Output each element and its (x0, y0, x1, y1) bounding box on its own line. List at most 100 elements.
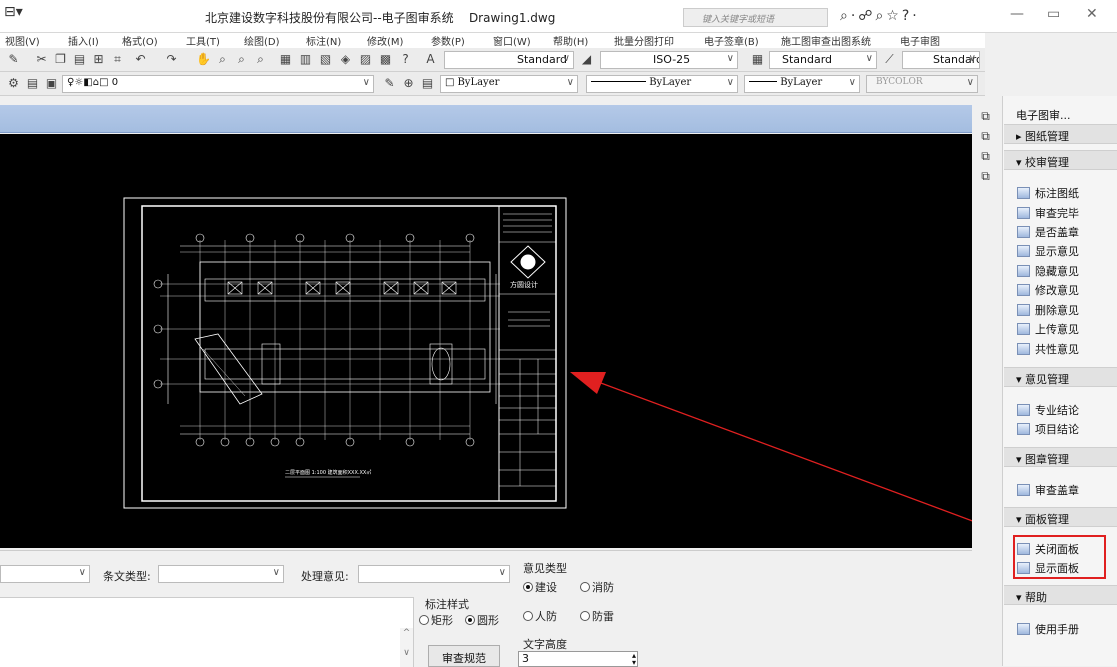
paste-icon[interactable]: ▤ (72, 52, 87, 67)
review-form: ∨ 条文类型: ∨ 处理意见: ∨ 意见类型 建设 消防 人防 防雷 ^ ∨ 标注… (0, 550, 972, 667)
table-style-select[interactable]: Standard ∨ (769, 51, 877, 69)
dim-style-select[interactable]: ISO-25 ∨ (600, 51, 738, 69)
layer-state-icon[interactable]: ▤ (25, 76, 40, 91)
viewport-icon[interactable]: ⧉ (978, 109, 993, 124)
menu-parameter[interactable]: 参数(P) (431, 33, 465, 48)
mark-style-label: 标注样式 (425, 598, 469, 611)
item-mark-drawing[interactable]: 标注图纸 (1017, 185, 1079, 201)
cut-icon[interactable]: ✂ (34, 52, 49, 67)
radio-rectangle[interactable]: 矩形 (419, 612, 453, 628)
handling-select[interactable]: ∨ (358, 565, 510, 583)
section-drawing-management[interactable]: ▸ 图纸管理 (1004, 124, 1117, 144)
section-panel-management[interactable]: ▾ 面板管理 (1004, 507, 1117, 527)
viewport-3-icon[interactable]: ⧉ (978, 149, 993, 164)
item-delete-opinion[interactable]: 删除意见 (1017, 302, 1079, 318)
brush-icon[interactable]: ⌗ (110, 52, 125, 67)
viewport-4-icon[interactable]: ⧉ (978, 169, 993, 184)
app-menu-button[interactable]: ⊟▾ (4, 4, 38, 26)
radio-lightning[interactable]: 防雷 (580, 608, 614, 624)
item-is-stamped[interactable]: 是否盖章 (1017, 224, 1079, 240)
markup-icon[interactable]: ▨ (358, 52, 373, 67)
undo-icon[interactable]: ↶ (133, 52, 148, 67)
menu-tools[interactable]: 工具(T) (186, 33, 220, 48)
menu-view[interactable]: 视图(V) (5, 33, 40, 48)
menu-help[interactable]: 帮助(H) (553, 33, 588, 48)
pan-icon[interactable]: ✋ (196, 52, 211, 67)
vertical-toolbar: ⧉ ⧉ ⧉ ⧉ (975, 105, 997, 185)
menu-window[interactable]: 窗口(W) (493, 33, 531, 48)
text-style-icon[interactable]: A (423, 52, 438, 67)
plot-style-select[interactable]: BYCOLOR ∨ (866, 75, 978, 93)
item-user-manual[interactable]: 使用手册 (1017, 621, 1079, 637)
radio-construction[interactable]: 建设 (523, 579, 557, 595)
multileader-style-select[interactable]: Standard ∨ (902, 51, 980, 69)
match-properties-icon[interactable]: ⊞ (91, 52, 106, 67)
comment-scrollbar[interactable]: ^ ∨ (400, 628, 413, 667)
layer-isolate-icon[interactable]: ▤ (420, 76, 435, 91)
section-stamp-management[interactable]: ▾ 图章管理 (1004, 447, 1117, 467)
menu-review-output[interactable]: 施工图审查出图系统 (781, 33, 871, 48)
zoom-previous-icon[interactable]: ⌕ (253, 52, 268, 67)
menu-dimension[interactable]: 标注(N) (306, 33, 341, 48)
multileader-style-icon[interactable]: ⟋ (882, 52, 897, 67)
item-upload-opinion[interactable]: 上传意见 (1017, 321, 1079, 337)
redo-icon[interactable]: ↷ (164, 52, 179, 67)
drawing-canvas[interactable]: 方圆设计 二层平面图 1:100 建筑面积XXX.XX㎡ (0, 134, 1014, 548)
item-review-done[interactable]: 审查完毕 (1017, 205, 1079, 221)
color-select[interactable]: □ ByLayer ∨ (440, 75, 578, 93)
tool-palettes-icon[interactable]: ▧ (318, 52, 333, 67)
item-modify-opinion[interactable]: 修改意见 (1017, 282, 1079, 298)
edit-icon[interactable]: ✎ (6, 52, 21, 67)
minimize-button[interactable]: — (1010, 6, 1024, 22)
item-hide-opinion[interactable]: 隐藏意见 (1017, 263, 1079, 279)
dim-style-icon[interactable]: ◢ (579, 52, 594, 67)
layer-manager-icon[interactable]: ▣ (44, 76, 59, 91)
item-professional-conclusion[interactable]: 专业结论 (1017, 402, 1079, 418)
section-review-management[interactable]: ▾ 校审管理 (1004, 150, 1117, 170)
copy-icon[interactable]: ❐ (53, 52, 68, 67)
calculator-icon[interactable]: ▩ (378, 52, 393, 67)
menu-e-signature[interactable]: 电子签章(B) (704, 33, 759, 48)
review-standard-button[interactable]: 审查规范 (428, 645, 500, 667)
item-show-opinion[interactable]: 显示意见 (1017, 243, 1079, 259)
viewport-2-icon[interactable]: ⧉ (978, 129, 993, 144)
properties-icon[interactable]: ▦ (278, 52, 293, 67)
layer-properties-icon[interactable]: ⚙ (6, 76, 21, 91)
infocenter-icons[interactable]: ⌕·☍⌕☆?· (840, 8, 920, 24)
menu-format[interactable]: 格式(O) (122, 33, 158, 48)
help-icon[interactable]: ? (398, 52, 413, 67)
section-help[interactable]: ▾ 帮助 (1004, 585, 1117, 605)
radio-civil-defense[interactable]: 人防 (523, 608, 557, 624)
item-review-stamp[interactable]: 审查盖章 (1017, 482, 1079, 498)
menu-draw[interactable]: 绘图(D) (244, 33, 280, 48)
section-opinion-management[interactable]: ▾ 意见管理 (1004, 367, 1117, 387)
clause-type-select[interactable]: ∨ (158, 565, 284, 583)
linetype-select[interactable]: ByLayer ∨ (586, 75, 738, 93)
layer-select[interactable]: ♀☼◧⌂□ 0 ∨ (62, 75, 374, 93)
item-common-opinion[interactable]: 共性意见 (1017, 341, 1079, 357)
menu-insert[interactable]: 插入(I) (68, 33, 99, 48)
menu-batch-print[interactable]: 批量分图打印 (614, 33, 674, 48)
radio-fire[interactable]: 消防 (580, 579, 614, 595)
maximize-button[interactable]: ▭ (1047, 6, 1060, 22)
text-height-input[interactable]: 3 ▴ ▾ (518, 651, 638, 667)
spinner-icon[interactable]: ▴ ▾ (632, 652, 636, 667)
table-style-icon[interactable]: ▦ (750, 52, 765, 67)
close-button[interactable]: ✕ (1086, 6, 1098, 22)
item-project-conclusion[interactable]: 项目结论 (1017, 421, 1079, 437)
zoom-realtime-icon[interactable]: ⌕ (215, 52, 230, 67)
clause-type-label: 条文类型: (103, 570, 151, 583)
zoom-window-icon[interactable]: ⌕ (234, 52, 249, 67)
comment-area[interactable] (0, 597, 414, 667)
search-input[interactable]: 键入关键字或短语 (683, 8, 828, 27)
lineweight-select[interactable]: ByLayer ∨ (744, 75, 860, 93)
text-style-select[interactable]: Standard ∨ (444, 51, 574, 69)
radio-circle[interactable]: 圆形 (465, 612, 499, 628)
make-current-icon[interactable]: ✎ (382, 76, 397, 91)
first-select[interactable]: ∨ (0, 565, 90, 583)
menu-e-review[interactable]: 电子审图 (900, 33, 940, 48)
menu-modify[interactable]: 修改(M) (367, 33, 403, 48)
design-center-icon[interactable]: ▥ (298, 52, 313, 67)
layer-previous-icon[interactable]: ⊕ (401, 76, 416, 91)
sheet-set-icon[interactable]: ◈ (338, 52, 353, 67)
